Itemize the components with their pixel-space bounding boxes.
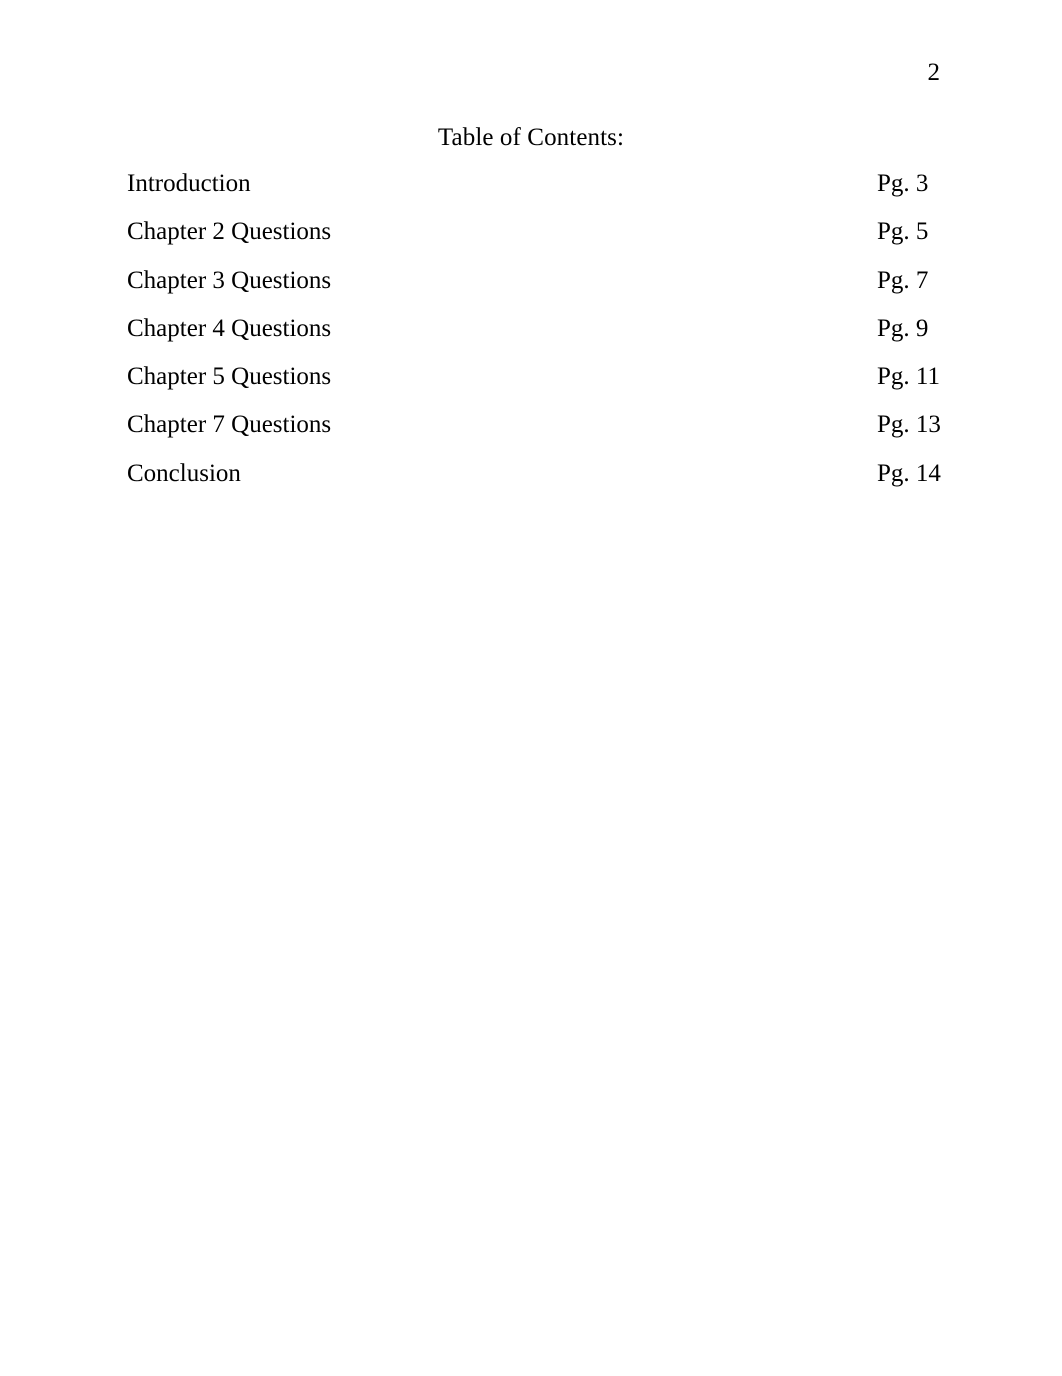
toc-entry-label: Chapter 3 Questions [127, 266, 332, 294]
toc-entry-page: Pg. 14 [877, 459, 941, 487]
toc-entry-label: Introduction [127, 170, 251, 197]
toc-entry-label: Chapter 2 Questions [127, 218, 332, 246]
toc-entry-label: Conclusion [127, 459, 241, 487]
toc-entry-label: Chapter 5 Questions [127, 363, 332, 391]
toc-entry[interactable]: Introduction Pg. 3 [127, 169, 957, 217]
toc-entry[interactable]: Chapter 3 Questions Pg. 7 [127, 266, 957, 314]
toc-entry-page: Pg. 13 [877, 411, 941, 439]
table-of-contents-list: Introduction Pg. 3 Chapter 2 Questions Pg. … [127, 169, 957, 507]
toc-entry-page: Pg. 5 [877, 218, 929, 246]
toc-entry[interactable]: Chapter 4 Questions Pg. 9 [127, 314, 957, 362]
toc-entry-page: Pg. 11 [877, 363, 940, 391]
toc-entry-page: Pg. 7 [877, 266, 929, 294]
toc-entry-page: Pg. 9 [877, 314, 929, 342]
toc-entry[interactable]: Chapter 7 Questions Pg. 13 [127, 410, 957, 458]
toc-entry[interactable]: Conclusion Pg. 14 [127, 459, 957, 507]
toc-entry-label: Chapter 7 Questions [127, 411, 332, 439]
toc-entry-page: Pg. 3 [877, 170, 929, 197]
toc-entry[interactable]: Chapter 5 Questions Pg. 11 [127, 362, 957, 410]
toc-entry[interactable]: Chapter 2 Questions Pg. 5 [127, 217, 957, 265]
page-number: 2 [927, 59, 941, 86]
page-title: Table of Contents: [437, 124, 625, 151]
document-page: 2 Table of Contents: Introduction Pg. 3 Ch… [0, 0, 1062, 1376]
toc-entry-label: Chapter 4 Questions [127, 314, 332, 342]
